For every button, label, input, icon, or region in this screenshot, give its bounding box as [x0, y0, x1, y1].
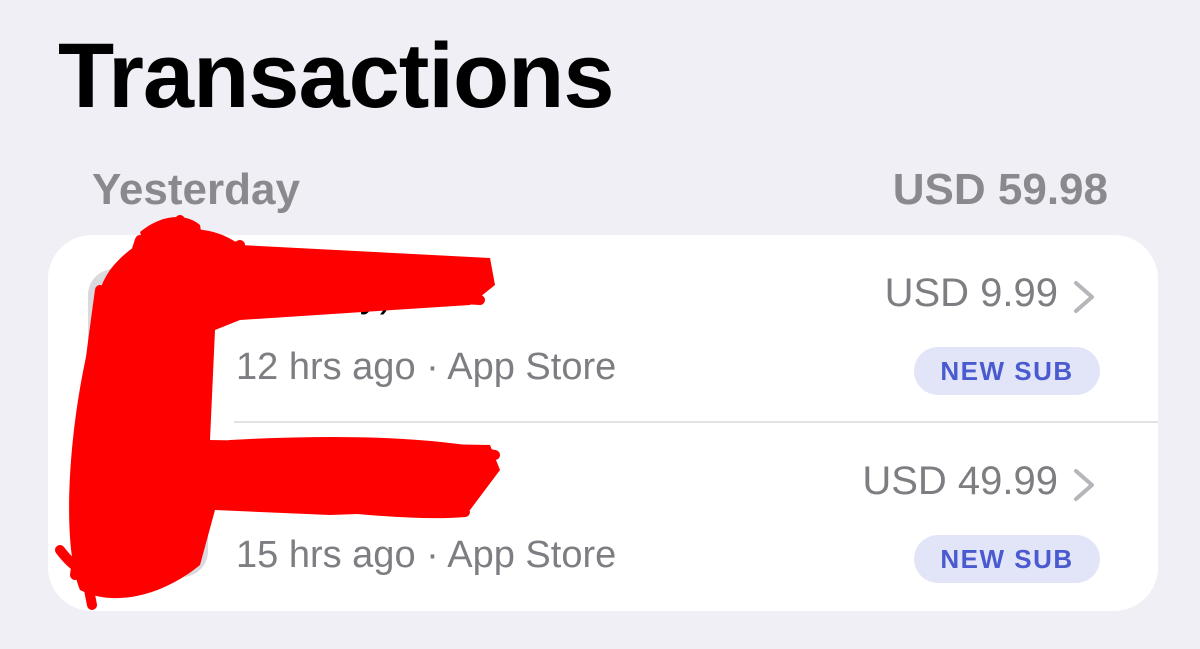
transaction-title: (Weekly)	[236, 271, 394, 315]
new-sub-badge: NEW SUB	[914, 535, 1100, 583]
transaction-row[interactable]: (Weekly) USD 9.99 12 hrs ago · App Store…	[48, 235, 1158, 423]
transaction-price: USD 49.99	[862, 459, 1058, 503]
transaction-price: USD 9.99	[884, 271, 1058, 315]
chevron-right-icon	[1074, 469, 1094, 501]
page-title: Transactions	[58, 25, 615, 127]
transaction-meta: 15 hrs ago · App Store	[236, 534, 617, 576]
transactions-card: (Weekly) USD 9.99 12 hrs ago · App Store…	[48, 235, 1158, 611]
section-date-label: Yesterday	[92, 165, 300, 214]
app-icon	[88, 269, 208, 389]
chevron-right-icon	[1074, 281, 1094, 313]
transaction-row[interactable]: (Annual) USD 49.99 15 hrs ago · App Stor…	[48, 423, 1158, 611]
app-icon	[88, 457, 208, 577]
section-total-amount: USD 59.98	[892, 165, 1108, 214]
new-sub-badge: NEW SUB	[914, 347, 1100, 395]
transaction-title: (Annual)	[236, 459, 388, 503]
transaction-meta: 12 hrs ago · App Store	[236, 346, 617, 388]
